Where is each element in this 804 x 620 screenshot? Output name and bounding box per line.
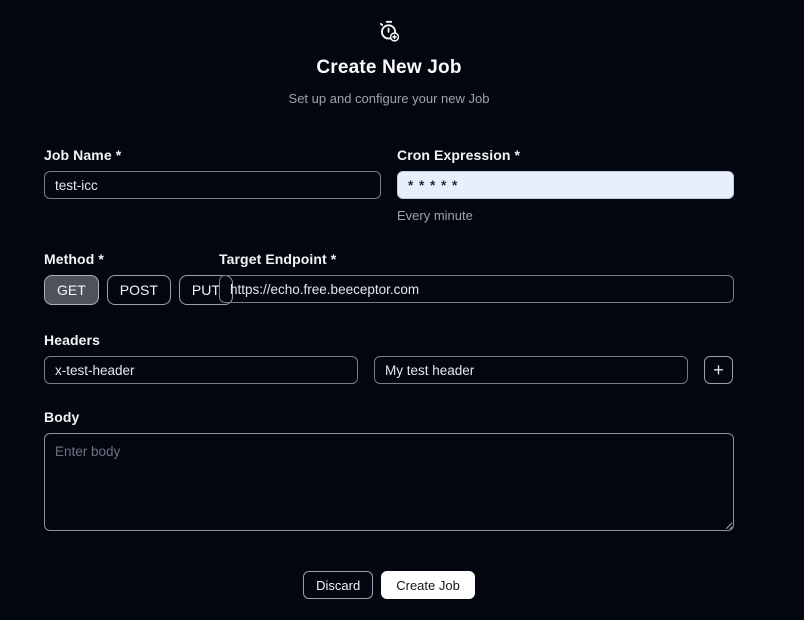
form-actions: Discard Create Job	[44, 571, 734, 599]
page-subtitle: Set up and configure your new Job	[44, 91, 734, 106]
body-section: Body	[44, 409, 734, 536]
method-endpoint-row: Method * GET POST PUT Target Endpoint *	[44, 251, 734, 305]
method-post-button[interactable]: POST	[107, 275, 171, 305]
add-header-button[interactable]: +	[704, 356, 733, 384]
endpoint-label: Target Endpoint *	[219, 251, 734, 267]
name-cron-row: Job Name * Cron Expression * Every minut…	[44, 147, 734, 223]
plus-icon: +	[713, 361, 724, 379]
method-label: Method *	[44, 251, 203, 267]
method-get-button[interactable]: GET	[44, 275, 99, 305]
body-textarea[interactable]	[44, 433, 734, 531]
page-header: Create New Job Set up and configure your…	[44, 20, 734, 106]
header-row: +	[44, 356, 734, 384]
headers-section: Headers +	[44, 332, 734, 384]
discard-button[interactable]: Discard	[303, 571, 373, 599]
create-job-form: Job Name * Cron Expression * Every minut…	[44, 147, 734, 599]
cron-group: Cron Expression * Every minute	[397, 147, 734, 223]
job-name-input[interactable]	[44, 171, 381, 199]
page-title: Create New Job	[44, 57, 734, 79]
method-group: Method * GET POST PUT	[44, 251, 203, 305]
cron-helper-text: Every minute	[397, 208, 734, 223]
endpoint-input[interactable]	[219, 275, 734, 303]
cron-label: Cron Expression *	[397, 147, 734, 163]
create-job-button[interactable]: Create Job	[381, 571, 475, 599]
job-name-label: Job Name *	[44, 147, 381, 163]
header-key-input[interactable]	[44, 356, 358, 384]
header-value-input[interactable]	[374, 356, 688, 384]
cron-input[interactable]	[397, 171, 734, 199]
timer-plus-icon	[378, 20, 400, 42]
endpoint-group: Target Endpoint *	[219, 251, 734, 303]
body-label: Body	[44, 409, 734, 425]
job-name-group: Job Name *	[44, 147, 381, 199]
method-button-group: GET POST PUT	[44, 275, 203, 305]
create-job-page: Create New Job Set up and configure your…	[44, 0, 734, 599]
headers-label: Headers	[44, 332, 734, 348]
